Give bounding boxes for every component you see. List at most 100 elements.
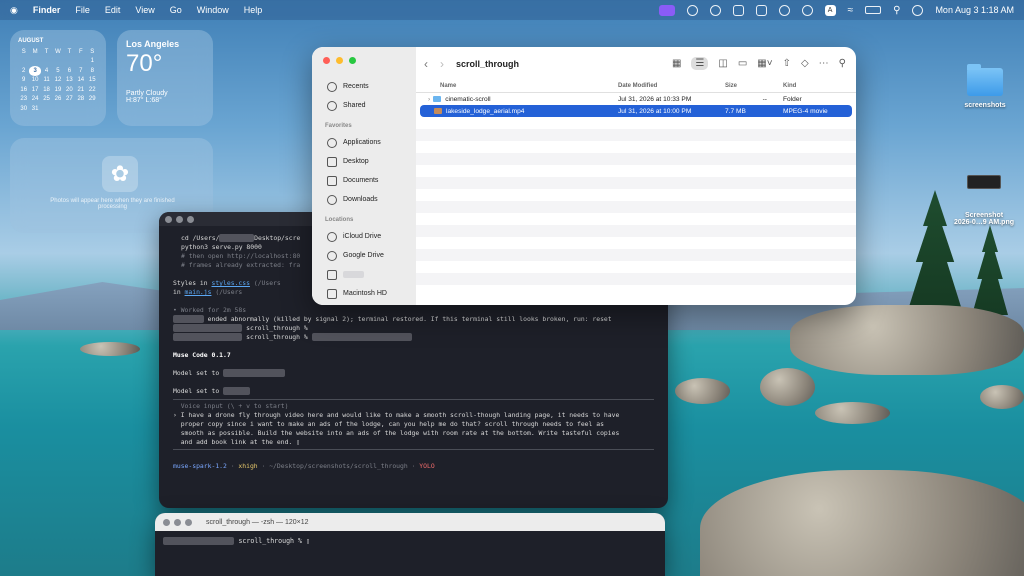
menu-file[interactable]: File: [75, 5, 90, 15]
finder-main: ‹ › scroll_through ▦ ☰ ◫ ▭ ▦˅ ⇧ ◇ ⋯ ⚲ Na…: [416, 47, 856, 305]
video-file-icon: [434, 108, 442, 114]
minimize-button[interactable]: [335, 57, 343, 64]
finder-sidebar: Recents Shared Favorites Applications De…: [312, 47, 416, 305]
moon-icon[interactable]: [801, 4, 813, 16]
redacted-text: xxxxxx: [343, 271, 364, 278]
finder-window[interactable]: Recents Shared Favorites Applications De…: [312, 47, 856, 305]
menu-go[interactable]: Go: [170, 5, 182, 15]
sidebar-item-recents[interactable]: Recents: [312, 77, 416, 96]
text-icon[interactable]: [732, 4, 744, 16]
search-icon[interactable]: ⚲: [893, 5, 900, 16]
sidebar-item-label: Desktop: [343, 158, 369, 165]
status-path: · ~/Desktop/screenshots/scroll_through ·: [257, 462, 420, 470]
sidebar-item-desktop[interactable]: Desktop: [312, 152, 416, 171]
search-icon[interactable]: ⚲: [839, 58, 846, 69]
control-center-icon[interactable]: [912, 4, 924, 16]
terminal-output[interactable]: xxxxxxxxxxxxxxxxxx scroll_through % ▯: [155, 531, 665, 551]
file-row[interactable]: › cinematic-scroll Jul 31, 2026 at 10:33 …: [416, 93, 856, 105]
calendar-day: 11: [43, 77, 50, 84]
column-date[interactable]: Date Modified: [614, 83, 721, 89]
sidebar-item-macintosh-hd[interactable]: Macintosh HD: [312, 284, 416, 303]
forward-button[interactable]: ›: [440, 57, 444, 71]
play-icon[interactable]: [778, 4, 790, 16]
main-js-link[interactable]: main.js: [185, 288, 212, 296]
close-button[interactable]: [163, 518, 170, 526]
calendar-widget[interactable]: AUGUST S M T W T F S 1 2 3 4 5 6 7 8 9 10 11 12 13 14…: [10, 30, 106, 126]
cmd-line: cd /Users/: [181, 234, 220, 242]
minimize-button[interactable]: [176, 215, 183, 223]
column-view-button[interactable]: ◫: [718, 58, 727, 69]
disclosure-icon[interactable]: ›: [428, 96, 430, 103]
calendar-day: [52, 57, 63, 67]
file-date: Jul 31, 2026 at 10:33 PM: [618, 95, 692, 103]
empty-row: [416, 117, 856, 129]
apple-icon[interactable]: ◉: [10, 5, 18, 16]
wifi-icon[interactable]: ≈: [848, 5, 854, 16]
calendar-day: 17: [31, 86, 39, 93]
column-name[interactable]: Name: [416, 83, 614, 89]
zoom-button[interactable]: [185, 518, 192, 526]
menu-clock[interactable]: Mon Aug 3 1:18 AM: [935, 5, 1014, 15]
screen-record-icon[interactable]: [658, 4, 675, 16]
status-icon[interactable]: [686, 4, 698, 16]
list-view-button[interactable]: ☰: [691, 57, 709, 70]
clock-icon: [327, 81, 337, 92]
menu-app-finder[interactable]: Finder: [33, 5, 61, 15]
applications-icon: [327, 137, 337, 148]
calendar-day: [52, 104, 63, 114]
close-button[interactable]: [165, 215, 172, 223]
calendar-day: 25: [43, 96, 50, 103]
styles-link[interactable]: styles.css: [211, 279, 249, 287]
weather-city: Los Angeles: [126, 39, 180, 49]
zoom-button[interactable]: [187, 215, 194, 223]
menu-window[interactable]: Window: [197, 5, 229, 15]
weather-widget[interactable]: Los Angeles 70° Partly Cloudy H:87° L:68…: [117, 30, 213, 126]
input-source-icon[interactable]: A: [824, 4, 836, 16]
group-button[interactable]: ▦˅: [757, 58, 772, 69]
column-size[interactable]: Size: [721, 83, 779, 89]
tag-icon[interactable]: ◇: [801, 58, 809, 69]
sidebar-item-label: Recents: [343, 83, 369, 90]
menu-edit[interactable]: Edit: [105, 5, 121, 15]
clipboard-icon[interactable]: [755, 4, 767, 16]
redacted-text: xxxx xxx: [173, 315, 204, 323]
close-button[interactable]: [323, 57, 330, 64]
user-message[interactable]: I have a drone fly through video here an…: [173, 411, 620, 446]
more-icon[interactable]: ⋯: [819, 58, 829, 69]
background-rock: [675, 378, 730, 404]
calendar-day: 24: [31, 96, 39, 103]
input-box[interactable]: Voice input (\ + v to start) › I have a …: [173, 399, 654, 450]
comment-line: # frames already extracted: fra: [181, 261, 301, 269]
calendar-day: 27: [66, 96, 73, 103]
sidebar-item-applications[interactable]: Applications: [312, 133, 416, 152]
column-kind[interactable]: Kind: [779, 83, 856, 89]
cmd-line: Desktop/scre: [254, 234, 301, 242]
share-icon[interactable]: ⇧: [783, 58, 791, 69]
menu-view[interactable]: View: [135, 5, 154, 15]
sidebar-item-google-drive[interactable]: Google Drive: [312, 246, 416, 265]
terminal-window-secondary[interactable]: scroll_through — -zsh — 120×12 xxxxxxxxx…: [155, 513, 665, 576]
calendar-day: 16: [20, 86, 28, 93]
icon-view-button[interactable]: ▦: [672, 58, 681, 69]
sidebar-item-home[interactable]: xxxxxx: [312, 265, 416, 284]
desktop-folder-screenshots[interactable]: screenshots: [955, 64, 1015, 109]
gallery-view-button[interactable]: ▭: [738, 58, 747, 69]
menu-help[interactable]: Help: [244, 5, 263, 15]
terminal-titlebar[interactable]: scroll_through — -zsh — 120×12: [155, 513, 665, 531]
empty-row: [416, 225, 856, 237]
sidebar-item-documents[interactable]: Documents: [312, 171, 416, 190]
weekday: M: [32, 48, 38, 55]
back-button[interactable]: ‹: [424, 57, 428, 71]
battery-icon[interactable]: [865, 6, 882, 14]
file-row-selected[interactable]: lakeside_lodge_aerial.mp4 Jul 31, 2026 a…: [420, 105, 852, 117]
zoom-button[interactable]: [348, 57, 356, 64]
desktop-screenshot-file[interactable]: Screenshot 2026-0…9 AM.png: [945, 168, 1023, 233]
sidebar-item-downloads[interactable]: Downloads: [312, 190, 416, 209]
in-text: in: [173, 288, 185, 296]
minimize-button[interactable]: [174, 518, 181, 526]
sidebar-item-label: Downloads: [343, 196, 378, 203]
target-icon[interactable]: [709, 4, 721, 16]
empty-row: [416, 177, 856, 189]
sidebar-item-shared[interactable]: Shared: [312, 96, 416, 115]
sidebar-item-icloud[interactable]: iCloud Drive: [312, 227, 416, 246]
